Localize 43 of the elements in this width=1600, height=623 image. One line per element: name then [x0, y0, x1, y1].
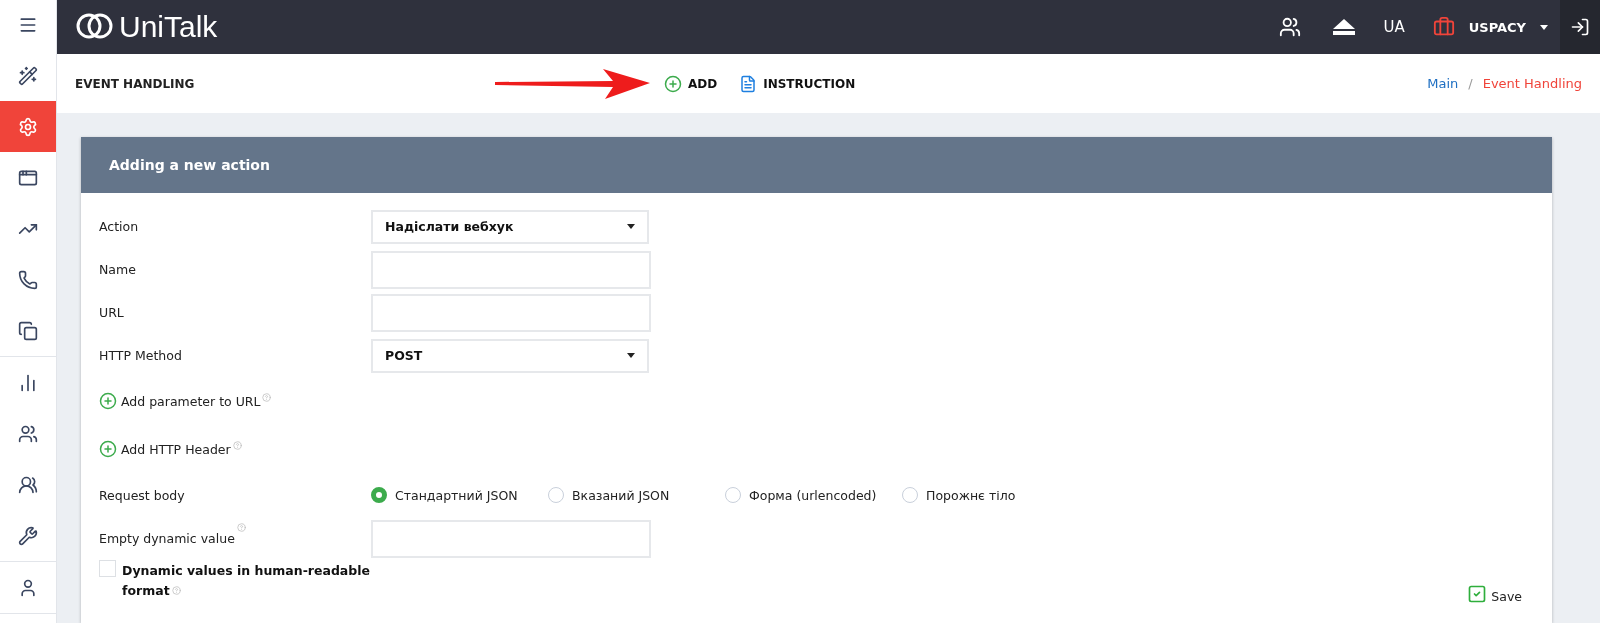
checkbox[interactable] [99, 560, 116, 577]
page-title: EVENT HANDLING [75, 76, 196, 91]
caret-icon [1540, 24, 1548, 30]
field-label: HTTP Method [99, 348, 183, 363]
input-field[interactable] [371, 250, 651, 289]
radio-option[interactable]: Вказаний JSON [548, 487, 725, 503]
checkbox-label: Dynamic values in human-readable [122, 563, 371, 578]
field-label: Empty dynamic value [99, 531, 235, 546]
field-label: Action [99, 219, 140, 234]
add-link[interactable]: Add HTTP Header [117, 441, 231, 457]
breadcrumb-separator: / [1468, 76, 1473, 91]
plus-circle-icon[interactable] [99, 392, 117, 410]
add-link[interactable]: ADD [688, 76, 718, 91]
caret-icon [627, 353, 635, 358]
radio-option[interactable]: Форма (urlencoded) [725, 487, 902, 503]
plus-circle-icon[interactable] [99, 440, 117, 458]
account-menu[interactable]: USPACY [1468, 19, 1526, 35]
input-field[interactable] [371, 519, 651, 558]
card-title: Adding a new action [81, 137, 1552, 193]
radio-option[interactable]: Порожнє тіло [902, 487, 1079, 503]
plus-circle-icon[interactable] [664, 74, 682, 93]
checkbox-label: format [122, 583, 170, 598]
instruction-link[interactable]: INSTRUCTION [763, 76, 856, 91]
add-link[interactable]: Add parameter to URL [117, 393, 261, 409]
checkmark-icon[interactable] [1467, 584, 1488, 604]
briefcase-icon [1432, 16, 1455, 38]
caret-icon [627, 224, 635, 229]
field-label: URL [99, 305, 124, 320]
users-icon[interactable] [1279, 16, 1302, 38]
input-field[interactable] [371, 293, 651, 332]
logout-icon[interactable] [1570, 17, 1590, 37]
select-field[interactable]: POST [371, 338, 649, 373]
document-icon[interactable] [739, 74, 758, 93]
breadcrumb-link[interactable]: Event Handling [1482, 76, 1582, 91]
language-selector[interactable]: UA [1383, 18, 1405, 36]
save-button[interactable]: Save [1491, 589, 1522, 604]
breadcrumb-link[interactable]: Main [1427, 76, 1459, 91]
field-label: Request body [99, 487, 186, 503]
eject-icon[interactable] [1333, 19, 1356, 35]
radio-option[interactable]: Стандартний JSON [371, 487, 548, 503]
field-label: Name [99, 262, 136, 277]
logo: UniTalk [57, 10, 218, 44]
select-field[interactable]: Надіслати вебхук [371, 209, 649, 244]
